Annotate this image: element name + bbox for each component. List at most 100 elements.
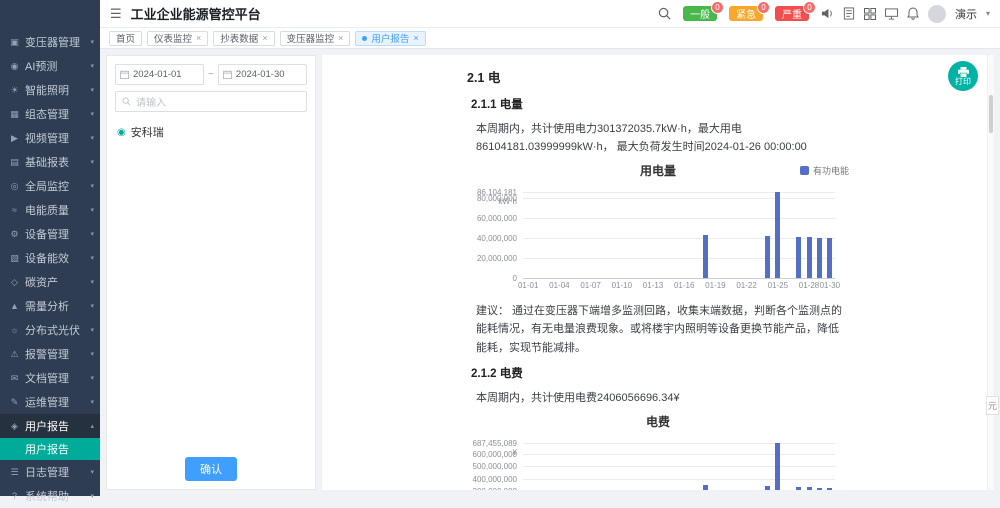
chevron-icon: ▾ bbox=[90, 230, 94, 238]
date-from-value: 2024-01-01 bbox=[133, 69, 182, 80]
date-from-input[interactable]: 2024-01-01 bbox=[115, 64, 204, 85]
scada-config-icon: ▦ bbox=[8, 109, 21, 120]
sidebar-item-log-mgmt[interactable]: ☰日志管理▾ bbox=[0, 460, 100, 484]
ai-forecast-icon: ◉ bbox=[8, 61, 21, 72]
sidebar-item-scada-config[interactable]: ▦组态管理▾ bbox=[0, 102, 100, 126]
sidebar-item-global-monitor[interactable]: ◎全局监控▾ bbox=[0, 174, 100, 198]
search-input[interactable]: 请输入 bbox=[115, 91, 307, 112]
report-panel: 2.1 电 2.1.1 电量 本周期内，共计使用电力301372035.7kW·… bbox=[322, 55, 994, 490]
y-axis-label: 300,000,000 bbox=[467, 487, 517, 490]
tab-transformer-monitor[interactable]: 变压器监控× bbox=[280, 31, 351, 46]
sidebar: ▣变压器管理▾◉AI预测▾☀智能照明▾▦组态管理▾▶视频管理▾▤基础报表▾◎全局… bbox=[0, 0, 100, 496]
document-icon[interactable] bbox=[843, 7, 855, 20]
tab-bar: 首页仪表监控×抄表数据×变压器监控×用户报告× bbox=[100, 28, 1000, 49]
sidebar-item-label: AI预测 bbox=[25, 58, 88, 74]
sidebar-subitem-user-report-sub[interactable]: 用户报告 bbox=[0, 438, 100, 460]
user-name[interactable]: 演示 bbox=[955, 6, 977, 22]
avatar[interactable] bbox=[928, 5, 946, 23]
scrollbar-track[interactable] bbox=[987, 55, 994, 490]
tab-close-icon[interactable]: × bbox=[413, 33, 418, 43]
sidebar-item-video-mgmt[interactable]: ▶视频管理▾ bbox=[0, 126, 100, 150]
section-heading-cost: 2.1.2 电费 bbox=[467, 365, 849, 381]
date-to-input[interactable]: 2024-01-30 bbox=[218, 64, 307, 85]
bar bbox=[807, 487, 812, 490]
calendar-icon bbox=[120, 70, 129, 79]
chevron-icon: ▾ bbox=[90, 110, 94, 118]
ops-mgmt-icon: ✎ bbox=[8, 397, 21, 408]
tab-user-report[interactable]: 用户报告× bbox=[355, 31, 425, 46]
screen-icon[interactable] bbox=[885, 8, 898, 20]
alarm-badge-critical[interactable]: 严重0 bbox=[775, 6, 809, 21]
floating-tag[interactable]: 元 bbox=[986, 396, 999, 415]
report-paragraph: 本周期内，共计使用电费2406056696.34¥ bbox=[467, 389, 849, 407]
sidebar-item-label: 变压器管理 bbox=[25, 34, 88, 50]
header-bar: ☰ 工业企业能源管控平台 一般0紧急0严重0 演示 ▾ bbox=[100, 0, 1000, 28]
sidebar-item-transformer-mgmt[interactable]: ▣ 变压器管理▾ bbox=[0, 30, 100, 54]
bell-icon[interactable] bbox=[907, 7, 919, 20]
confirm-button[interactable]: 确认 bbox=[185, 457, 237, 481]
volume-icon[interactable] bbox=[821, 7, 834, 20]
sidebar-item-alarm-mgmt[interactable]: ⚠报警管理▾ bbox=[0, 342, 100, 366]
sidebar-item-label: 智能照明 bbox=[25, 82, 88, 98]
gridline bbox=[523, 238, 835, 239]
tab-label: 仪表监控 bbox=[154, 31, 192, 45]
sidebar-item-device-efficiency[interactable]: ▧设备能效▾ bbox=[0, 246, 100, 270]
tab-meter-monitor[interactable]: 仪表监控 × bbox=[147, 31, 208, 46]
bar bbox=[796, 237, 801, 278]
print-button-label: 打印 bbox=[955, 78, 971, 86]
tab-home[interactable]: 首页 bbox=[109, 31, 142, 46]
sidebar-item-label: 设备管理 bbox=[25, 226, 88, 242]
video-mgmt-icon: ▶ bbox=[8, 133, 21, 144]
chevron-down-icon: ▾ bbox=[986, 9, 990, 18]
sidebar-item-label: 运维管理 bbox=[25, 394, 88, 410]
sidebar-item-user-report[interactable]: ◈用户报告▴ bbox=[0, 414, 100, 438]
smart-lighting-icon: ☀ bbox=[8, 85, 21, 96]
sidebar-item-system-help[interactable]: ?系统帮助▾ bbox=[0, 484, 100, 508]
bar bbox=[703, 235, 708, 278]
alarm-badge-urgent[interactable]: 紧急0 bbox=[729, 6, 763, 21]
chart-legend[interactable]: 有功电能 bbox=[800, 164, 849, 177]
print-button[interactable]: 打印 bbox=[948, 61, 978, 91]
sidebar-item-device-mgmt[interactable]: ⚙设备管理▾ bbox=[0, 222, 100, 246]
sidebar-item-power-quality[interactable]: ≈电能质量▾ bbox=[0, 198, 100, 222]
sidebar-item-label: 文档管理 bbox=[25, 370, 88, 386]
y-axis-label: 60,000,000 bbox=[467, 214, 517, 223]
menu-collapse-icon[interactable]: ☰ bbox=[110, 6, 122, 22]
tree-node-acrel[interactable]: ◉ 安科瑞 bbox=[107, 118, 315, 146]
device-efficiency-icon: ▧ bbox=[8, 253, 21, 264]
tab-close-icon[interactable]: × bbox=[262, 33, 267, 43]
bar bbox=[703, 485, 708, 490]
alarm-count-badge: 0 bbox=[803, 1, 816, 14]
search-icon[interactable] bbox=[658, 7, 671, 20]
sidebar-item-doc-mgmt[interactable]: ✉文档管理▾ bbox=[0, 366, 100, 390]
sidebar-item-carbon-assets[interactable]: ◇碳资产▾ bbox=[0, 270, 100, 294]
bar bbox=[817, 488, 822, 490]
content-area: 2024-01-01 ~ 2024-01-30 请输入 ◉ 安科瑞 确认 2.1… bbox=[100, 49, 1000, 496]
sidebar-item-distributed-pv[interactable]: ☼分布式光伏▾ bbox=[0, 318, 100, 342]
chevron-icon: ▾ bbox=[90, 206, 94, 214]
sidebar-item-ops-mgmt[interactable]: ✎运维管理▾ bbox=[0, 390, 100, 414]
sidebar-item-ai-forecast[interactable]: ◉AI预测▾ bbox=[0, 54, 100, 78]
sidebar-item-label: 碳资产 bbox=[25, 274, 88, 290]
chart-title: 用电量 bbox=[467, 162, 849, 179]
bar bbox=[765, 236, 770, 278]
chevron-icon: ▾ bbox=[90, 302, 94, 310]
sidebar-item-basic-reports[interactable]: ▤基础报表▾ bbox=[0, 150, 100, 174]
chevron-icon: ▾ bbox=[90, 38, 94, 46]
tab-close-icon[interactable]: × bbox=[338, 33, 343, 43]
bar bbox=[775, 192, 780, 278]
transformer-mgmt-icon: ▣ bbox=[8, 37, 21, 48]
sidebar-item-demand-analysis[interactable]: ▲需量分析▾ bbox=[0, 294, 100, 318]
sidebar-item-label: 日志管理 bbox=[25, 464, 88, 480]
date-range-row: 2024-01-01 ~ 2024-01-30 bbox=[107, 56, 315, 91]
grid-icon[interactable] bbox=[864, 8, 876, 20]
tab-meter-reading[interactable]: 抄表数据× bbox=[213, 31, 274, 46]
chevron-icon: ▴ bbox=[90, 422, 94, 430]
tab-close-icon[interactable]: × bbox=[196, 33, 201, 43]
sidebar-item-smart-lighting[interactable]: ☀智能照明▾ bbox=[0, 78, 100, 102]
scrollbar-thumb[interactable] bbox=[989, 95, 993, 133]
chart-title: 电费 bbox=[467, 413, 849, 430]
chevron-icon: ▾ bbox=[90, 326, 94, 334]
alarm-badge-normal[interactable]: 一般0 bbox=[683, 6, 717, 21]
log-mgmt-icon: ☰ bbox=[8, 467, 21, 478]
